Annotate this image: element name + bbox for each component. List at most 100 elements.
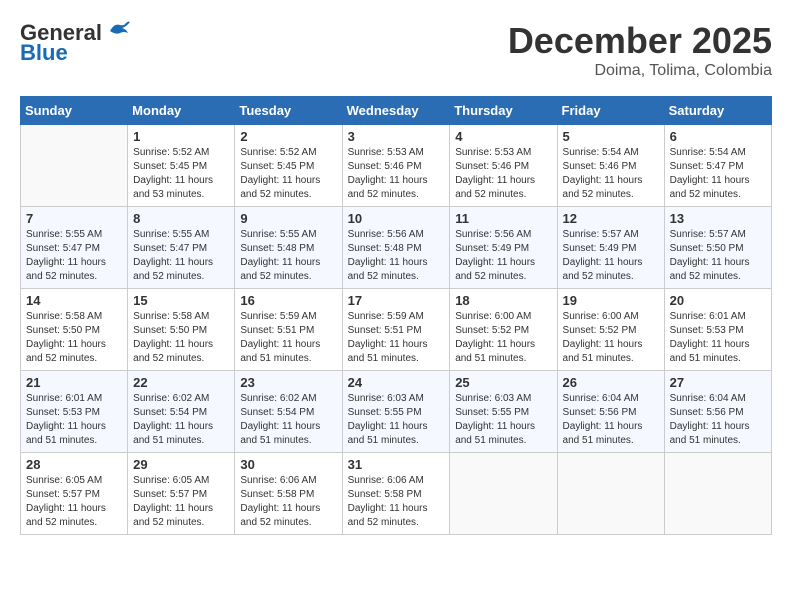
calendar-cell: 26 Sunrise: 6:04 AM Sunset: 5:56 PM Dayli…: [557, 371, 664, 453]
day-info: Sunrise: 5:55 AM Sunset: 5:47 PM Dayligh…: [26, 228, 122, 284]
weekday-header: Friday: [557, 97, 664, 125]
day-number: 6: [670, 129, 766, 144]
calendar-cell: 27 Sunrise: 6:04 AM Sunset: 5:56 PM Dayli…: [664, 371, 771, 453]
day-info: Sunrise: 6:00 AM Sunset: 5:52 PM Dayligh…: [455, 310, 551, 366]
calendar-cell: [664, 453, 771, 535]
day-info: Sunrise: 6:03 AM Sunset: 5:55 PM Dayligh…: [455, 392, 551, 448]
day-info: Sunrise: 6:03 AM Sunset: 5:55 PM Dayligh…: [348, 392, 445, 448]
day-number: 19: [563, 293, 659, 308]
day-number: 17: [348, 293, 445, 308]
day-number: 24: [348, 375, 445, 390]
month-title: December 2025: [508, 20, 772, 62]
day-number: 12: [563, 211, 659, 226]
calendar-cell: 20 Sunrise: 6:01 AM Sunset: 5:53 PM Dayli…: [664, 289, 771, 371]
calendar-cell: 8 Sunrise: 5:55 AM Sunset: 5:47 PM Daylig…: [128, 207, 235, 289]
calendar-cell: 16 Sunrise: 5:59 AM Sunset: 5:51 PM Dayli…: [235, 289, 342, 371]
day-info: Sunrise: 6:00 AM Sunset: 5:52 PM Dayligh…: [563, 310, 659, 366]
calendar-cell: 29Sunrise: 6:05 AM Sunset: 5:57 PM Dayli…: [128, 453, 235, 535]
day-number: 30: [240, 457, 336, 472]
calendar-cell: [450, 453, 557, 535]
day-number: 13: [670, 211, 766, 226]
day-info: Sunrise: 6:06 AM Sunset: 5:58 PM Dayligh…: [348, 474, 445, 530]
calendar-cell: 30 Sunrise: 6:06 AM Sunset: 5:58 PM Dayli…: [235, 453, 342, 535]
calendar-cell: 23 Sunrise: 6:02 AM Sunset: 5:54 PM Dayli…: [235, 371, 342, 453]
day-info: Sunrise: 5:56 AM Sunset: 5:49 PM Dayligh…: [455, 228, 551, 284]
day-info: Sunrise: 5:53 AM Sunset: 5:46 PM Dayligh…: [348, 146, 445, 202]
weekday-header: Wednesday: [342, 97, 450, 125]
calendar-cell: 7 Sunrise: 5:55 AM Sunset: 5:47 PM Daylig…: [21, 207, 128, 289]
day-info: Sunrise: 5:52 AM Sunset: 5:45 PM Dayligh…: [240, 146, 336, 202]
day-number: 27: [670, 375, 766, 390]
weekday-header: Tuesday: [235, 97, 342, 125]
calendar-cell: 24 Sunrise: 6:03 AM Sunset: 5:55 PM Dayli…: [342, 371, 450, 453]
calendar-cell: 11 Sunrise: 5:56 AM Sunset: 5:49 PM Dayli…: [450, 207, 557, 289]
calendar-cell: 15Sunrise: 5:58 AM Sunset: 5:50 PM Dayli…: [128, 289, 235, 371]
day-number: 9: [240, 211, 336, 226]
calendar-cell: 19 Sunrise: 6:00 AM Sunset: 5:52 PM Dayli…: [557, 289, 664, 371]
calendar-cell: 17Sunrise: 5:59 AM Sunset: 5:51 PM Dayli…: [342, 289, 450, 371]
calendar-cell: 5Sunrise: 5:54 AM Sunset: 5:46 PM Daylig…: [557, 125, 664, 207]
location-title: Doima, Tolima, Colombia: [508, 62, 772, 80]
calendar-week-row: 1 Sunrise: 5:52 AM Sunset: 5:45 PM Daylig…: [21, 125, 772, 207]
day-number: 26: [563, 375, 659, 390]
day-info: Sunrise: 5:53 AM Sunset: 5:46 PM Dayligh…: [455, 146, 551, 202]
day-number: 8: [133, 211, 229, 226]
day-info: Sunrise: 5:58 AM Sunset: 5:50 PM Dayligh…: [133, 310, 229, 366]
day-number: 31: [348, 457, 445, 472]
day-info: Sunrise: 5:59 AM Sunset: 5:51 PM Dayligh…: [240, 310, 336, 366]
day-number: 4: [455, 129, 551, 144]
calendar-cell: 2 Sunrise: 5:52 AM Sunset: 5:45 PM Daylig…: [235, 125, 342, 207]
day-info: Sunrise: 6:04 AM Sunset: 5:56 PM Dayligh…: [670, 392, 766, 448]
day-info: Sunrise: 6:01 AM Sunset: 5:53 PM Dayligh…: [670, 310, 766, 366]
weekday-header: Monday: [128, 97, 235, 125]
day-number: 3: [348, 129, 445, 144]
day-number: 16: [240, 293, 336, 308]
day-number: 18: [455, 293, 551, 308]
calendar-cell: 21Sunrise: 6:01 AM Sunset: 5:53 PM Dayli…: [21, 371, 128, 453]
day-number: 1: [133, 129, 229, 144]
logo: General Blue: [20, 20, 132, 66]
day-info: Sunrise: 5:58 AM Sunset: 5:50 PM Dayligh…: [26, 310, 122, 366]
header: General Blue December 2025 Doima, Tolima…: [20, 20, 772, 80]
day-number: 7: [26, 211, 122, 226]
day-number: 20: [670, 293, 766, 308]
day-info: Sunrise: 6:01 AM Sunset: 5:53 PM Dayligh…: [26, 392, 122, 448]
day-info: Sunrise: 6:04 AM Sunset: 5:56 PM Dayligh…: [563, 392, 659, 448]
calendar-cell: [21, 125, 128, 207]
calendar-cell: [557, 453, 664, 535]
calendar-week-row: 28Sunrise: 6:05 AM Sunset: 5:57 PM Dayli…: [21, 453, 772, 535]
weekday-header: Sunday: [21, 97, 128, 125]
calendar-cell: 10 Sunrise: 5:56 AM Sunset: 5:48 PM Dayli…: [342, 207, 450, 289]
day-info: Sunrise: 5:52 AM Sunset: 5:45 PM Dayligh…: [133, 146, 229, 202]
day-info: Sunrise: 6:05 AM Sunset: 5:57 PM Dayligh…: [26, 474, 122, 530]
day-number: 23: [240, 375, 336, 390]
weekday-header: Thursday: [450, 97, 557, 125]
title-area: December 2025 Doima, Tolima, Colombia: [508, 20, 772, 80]
calendar-cell: 31 Sunrise: 6:06 AM Sunset: 5:58 PM Dayli…: [342, 453, 450, 535]
day-info: Sunrise: 6:06 AM Sunset: 5:58 PM Dayligh…: [240, 474, 336, 530]
calendar-week-row: 7 Sunrise: 5:55 AM Sunset: 5:47 PM Daylig…: [21, 207, 772, 289]
day-number: 25: [455, 375, 551, 390]
calendar: SundayMondayTuesdayWednesdayThursdayFrid…: [20, 96, 772, 535]
day-number: 11: [455, 211, 551, 226]
calendar-cell: 4 Sunrise: 5:53 AM Sunset: 5:46 PM Daylig…: [450, 125, 557, 207]
day-info: Sunrise: 5:54 AM Sunset: 5:46 PM Dayligh…: [563, 146, 659, 202]
day-info: Sunrise: 5:55 AM Sunset: 5:48 PM Dayligh…: [240, 228, 336, 284]
calendar-cell: 12 Sunrise: 5:57 AM Sunset: 5:49 PM Dayli…: [557, 207, 664, 289]
calendar-cell: 9 Sunrise: 5:55 AM Sunset: 5:48 PM Daylig…: [235, 207, 342, 289]
day-info: Sunrise: 5:55 AM Sunset: 5:47 PM Dayligh…: [133, 228, 229, 284]
calendar-cell: 3 Sunrise: 5:53 AM Sunset: 5:46 PM Daylig…: [342, 125, 450, 207]
day-number: 10: [348, 211, 445, 226]
calendar-week-row: 14Sunrise: 5:58 AM Sunset: 5:50 PM Dayli…: [21, 289, 772, 371]
calendar-cell: 1 Sunrise: 5:52 AM Sunset: 5:45 PM Daylig…: [128, 125, 235, 207]
calendar-cell: 22Sunrise: 6:02 AM Sunset: 5:54 PM Dayli…: [128, 371, 235, 453]
day-info: Sunrise: 5:57 AM Sunset: 5:49 PM Dayligh…: [563, 228, 659, 284]
day-info: Sunrise: 6:02 AM Sunset: 5:54 PM Dayligh…: [240, 392, 336, 448]
day-info: Sunrise: 6:02 AM Sunset: 5:54 PM Dayligh…: [133, 392, 229, 448]
day-info: Sunrise: 5:56 AM Sunset: 5:48 PM Dayligh…: [348, 228, 445, 284]
day-number: 2: [240, 129, 336, 144]
calendar-cell: 14Sunrise: 5:58 AM Sunset: 5:50 PM Dayli…: [21, 289, 128, 371]
calendar-header-row: SundayMondayTuesdayWednesdayThursdayFrid…: [21, 97, 772, 125]
calendar-cell: 28Sunrise: 6:05 AM Sunset: 5:57 PM Dayli…: [21, 453, 128, 535]
logo-bird-icon: [106, 21, 132, 41]
